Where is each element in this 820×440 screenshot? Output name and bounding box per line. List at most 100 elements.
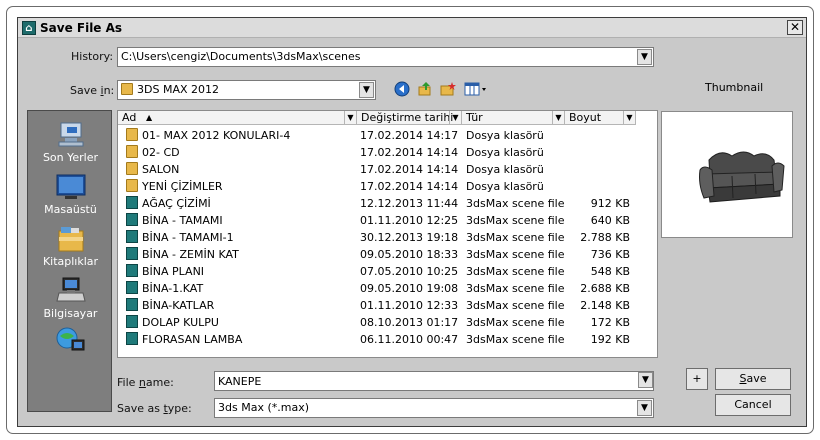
file-type-cell: 3dsMax scene file xyxy=(466,231,565,244)
place-network[interactable] xyxy=(28,326,113,356)
chevron-down-icon[interactable]: ▼ xyxy=(638,372,653,388)
file-date-cell: 17.02.2014 14:17 xyxy=(360,129,459,142)
file-date-cell: 30.12.2013 19:18 xyxy=(360,231,459,244)
file-date-cell: 06.11.2010 00:47 xyxy=(360,333,459,346)
save-as-type-label: Save as type: xyxy=(117,402,192,415)
libraries-icon xyxy=(55,225,87,253)
file-size-cell: 192 KB xyxy=(590,333,630,346)
file-name-input[interactable] xyxy=(214,371,654,391)
file-row[interactable]: BİNA - TAMAMI 01.11.2010 12:25 3dsMax scen… xyxy=(118,212,657,229)
file-name-cell: AĞAÇ ÇİZİMİ xyxy=(126,195,211,212)
column-header-size[interactable]: Boyut ▼ xyxy=(565,111,636,125)
history-value: C:\Users\cengiz\Documents\3dsMax\scenes xyxy=(121,50,361,63)
chevron-down-icon[interactable]: ▼ xyxy=(623,111,635,124)
chevron-down-icon[interactable]: ▼ xyxy=(552,111,564,124)
column-header-name[interactable]: Ad ▲ ▼ xyxy=(118,111,357,125)
new-folder-icon[interactable] xyxy=(439,81,457,99)
app-icon: ⌂ xyxy=(22,21,36,35)
file-name-text: BİNA-1.KAT xyxy=(142,282,204,295)
column-header-type[interactable]: Tür ▼ xyxy=(462,111,565,125)
save-button[interactable]: Save xyxy=(715,368,791,390)
close-button[interactable]: ✕ xyxy=(787,20,803,35)
chevron-down-icon[interactable]: ▼ xyxy=(344,111,356,124)
sort-ascending-icon: ▲ xyxy=(146,113,153,122)
max-file-icon xyxy=(126,315,138,328)
file-list[interactable]: Ad ▲ ▼ Değiştirme tarihi ▼ Tür ▼ Boyut ▼ 01-… xyxy=(117,110,658,358)
file-name-text: BİNA-KATLAR xyxy=(142,299,215,312)
folder-row[interactable]: 01- MAX 2012 KONULARI-4 17.02.2014 14:17 D… xyxy=(118,127,657,144)
file-row[interactable]: BİNA PLANI 07.05.2010 10:25 3dsMax scene f… xyxy=(118,263,657,280)
max-file-icon xyxy=(126,281,138,294)
place-libraries[interactable]: Kitaplıklar xyxy=(28,225,113,268)
file-name-text: 01- MAX 2012 KONULARI-4 xyxy=(142,129,291,142)
file-name-cell: 02- CD xyxy=(126,144,180,161)
file-size-cell: 2.148 KB xyxy=(580,299,630,312)
file-type-cell: 3dsMax scene file xyxy=(466,299,565,312)
file-size-cell: 2.788 KB xyxy=(580,231,630,244)
file-row[interactable]: BİNA - ZEMİN KAT 09.05.2010 18:33 3dsMax s… xyxy=(118,246,657,263)
cancel-button[interactable]: Cancel xyxy=(715,394,791,416)
file-name-text: 02- CD xyxy=(142,146,180,159)
back-icon[interactable] xyxy=(393,81,411,99)
file-size-cell: 640 KB xyxy=(590,214,630,227)
file-row[interactable]: BİNA-KATLAR 01.11.2010 12:33 3dsMax scene … xyxy=(118,297,657,314)
place-label: Masaüstü xyxy=(44,203,97,216)
file-date-cell: 17.02.2014 14:14 xyxy=(360,163,459,176)
file-name-cell: BİNA - TAMAMI-1 xyxy=(126,229,234,246)
sofa-thumbnail-image xyxy=(699,151,785,203)
file-name-cell: YENİ ÇİZİMLER xyxy=(126,178,223,195)
file-date-cell: 01.11.2010 12:33 xyxy=(360,299,459,312)
column-header-date[interactable]: Değiştirme tarihi ▼ xyxy=(357,111,462,125)
network-icon xyxy=(55,326,87,354)
add-button[interactable]: + xyxy=(686,368,708,390)
up-folder-icon[interactable] xyxy=(416,81,434,99)
folder-row[interactable]: SALON 17.02.2014 14:14 Dosya klasörü xyxy=(118,161,657,178)
max-file-icon xyxy=(126,247,138,260)
file-name-text: DOLAP KULPU xyxy=(142,316,219,329)
file-row[interactable]: DOLAP KULPU 08.10.2013 01:17 3dsMax scene … xyxy=(118,314,657,331)
file-name-text: BİNA PLANI xyxy=(142,265,205,278)
file-size-cell: 736 KB xyxy=(590,248,630,261)
file-name-cell: FLORASAN LAMBA xyxy=(126,331,242,348)
file-type-cell: Dosya klasörü xyxy=(466,146,544,159)
view-menu-icon[interactable] xyxy=(464,81,488,99)
file-type-cell: Dosya klasörü xyxy=(466,180,544,193)
folder-row[interactable]: 02- CD 17.02.2014 14:14 Dosya klasörü xyxy=(118,144,657,161)
file-date-cell: 07.05.2010 10:25 xyxy=(360,265,459,278)
place-computer[interactable]: Bilgisayar xyxy=(28,277,113,320)
history-dropdown[interactable]: C:\Users\cengiz\Documents\3dsMax\scenes … xyxy=(117,47,654,67)
file-date-cell: 08.10.2013 01:17 xyxy=(360,316,459,329)
file-date-cell: 01.11.2010 12:25 xyxy=(360,214,459,227)
file-row[interactable]: AĞAÇ ÇİZİMİ 12.12.2013 11:44 3dsMax scene … xyxy=(118,195,657,212)
file-type-cell: 3dsMax scene file xyxy=(466,214,565,227)
file-type-cell: Dosya klasörü xyxy=(466,163,544,176)
file-row[interactable]: FLORASAN LAMBA 06.11.2010 00:47 3dsMax sce… xyxy=(118,331,657,348)
file-name-cell: BİNA-KATLAR xyxy=(126,297,214,314)
file-name-text: YENİ ÇİZİMLER xyxy=(142,180,223,193)
file-date-cell: 09.05.2010 18:33 xyxy=(360,248,459,261)
file-date-cell: 17.02.2014 14:14 xyxy=(360,180,459,193)
save-in-dropdown[interactable]: 3DS MAX 2012 ▼ xyxy=(117,80,376,100)
save-as-type-dropdown[interactable]: 3ds Max (*.max) ▼ xyxy=(214,398,654,418)
chevron-down-icon[interactable]: ▼ xyxy=(449,111,461,124)
folder-icon xyxy=(126,145,138,158)
file-row[interactable]: BİNA - TAMAMI-1 30.12.2013 19:18 3dsMax sc… xyxy=(118,229,657,246)
file-name-text: BİNA - ZEMİN KAT xyxy=(142,248,239,261)
file-name-cell: BİNA - TAMAMI xyxy=(126,212,223,229)
chevron-down-icon[interactable]: ▼ xyxy=(637,49,652,65)
dialog-title: Save File As xyxy=(40,21,123,35)
file-name-dropdown[interactable]: ▼ xyxy=(638,371,654,391)
chevron-down-icon[interactable]: ▼ xyxy=(359,82,374,98)
place-desktop[interactable]: Masaüstü xyxy=(28,173,113,216)
chevron-down-icon[interactable]: ▼ xyxy=(637,400,652,416)
thumbnail-preview xyxy=(661,111,793,238)
file-row[interactable]: BİNA-1.KAT 09.05.2010 19:08 3dsMax scene f… xyxy=(118,280,657,297)
file-date-cell: 12.12.2013 11:44 xyxy=(360,197,459,210)
place-recent[interactable]: Son Yerler xyxy=(28,121,113,164)
desktop-icon xyxy=(55,173,87,201)
folder-row[interactable]: YENİ ÇİZİMLER 17.02.2014 14:14 Dosya klasö… xyxy=(118,178,657,195)
folder-icon xyxy=(126,162,138,175)
file-name-text: FLORASAN LAMBA xyxy=(142,333,243,346)
computer-icon xyxy=(55,277,87,305)
file-name-cell: BİNA PLANI xyxy=(126,263,204,280)
